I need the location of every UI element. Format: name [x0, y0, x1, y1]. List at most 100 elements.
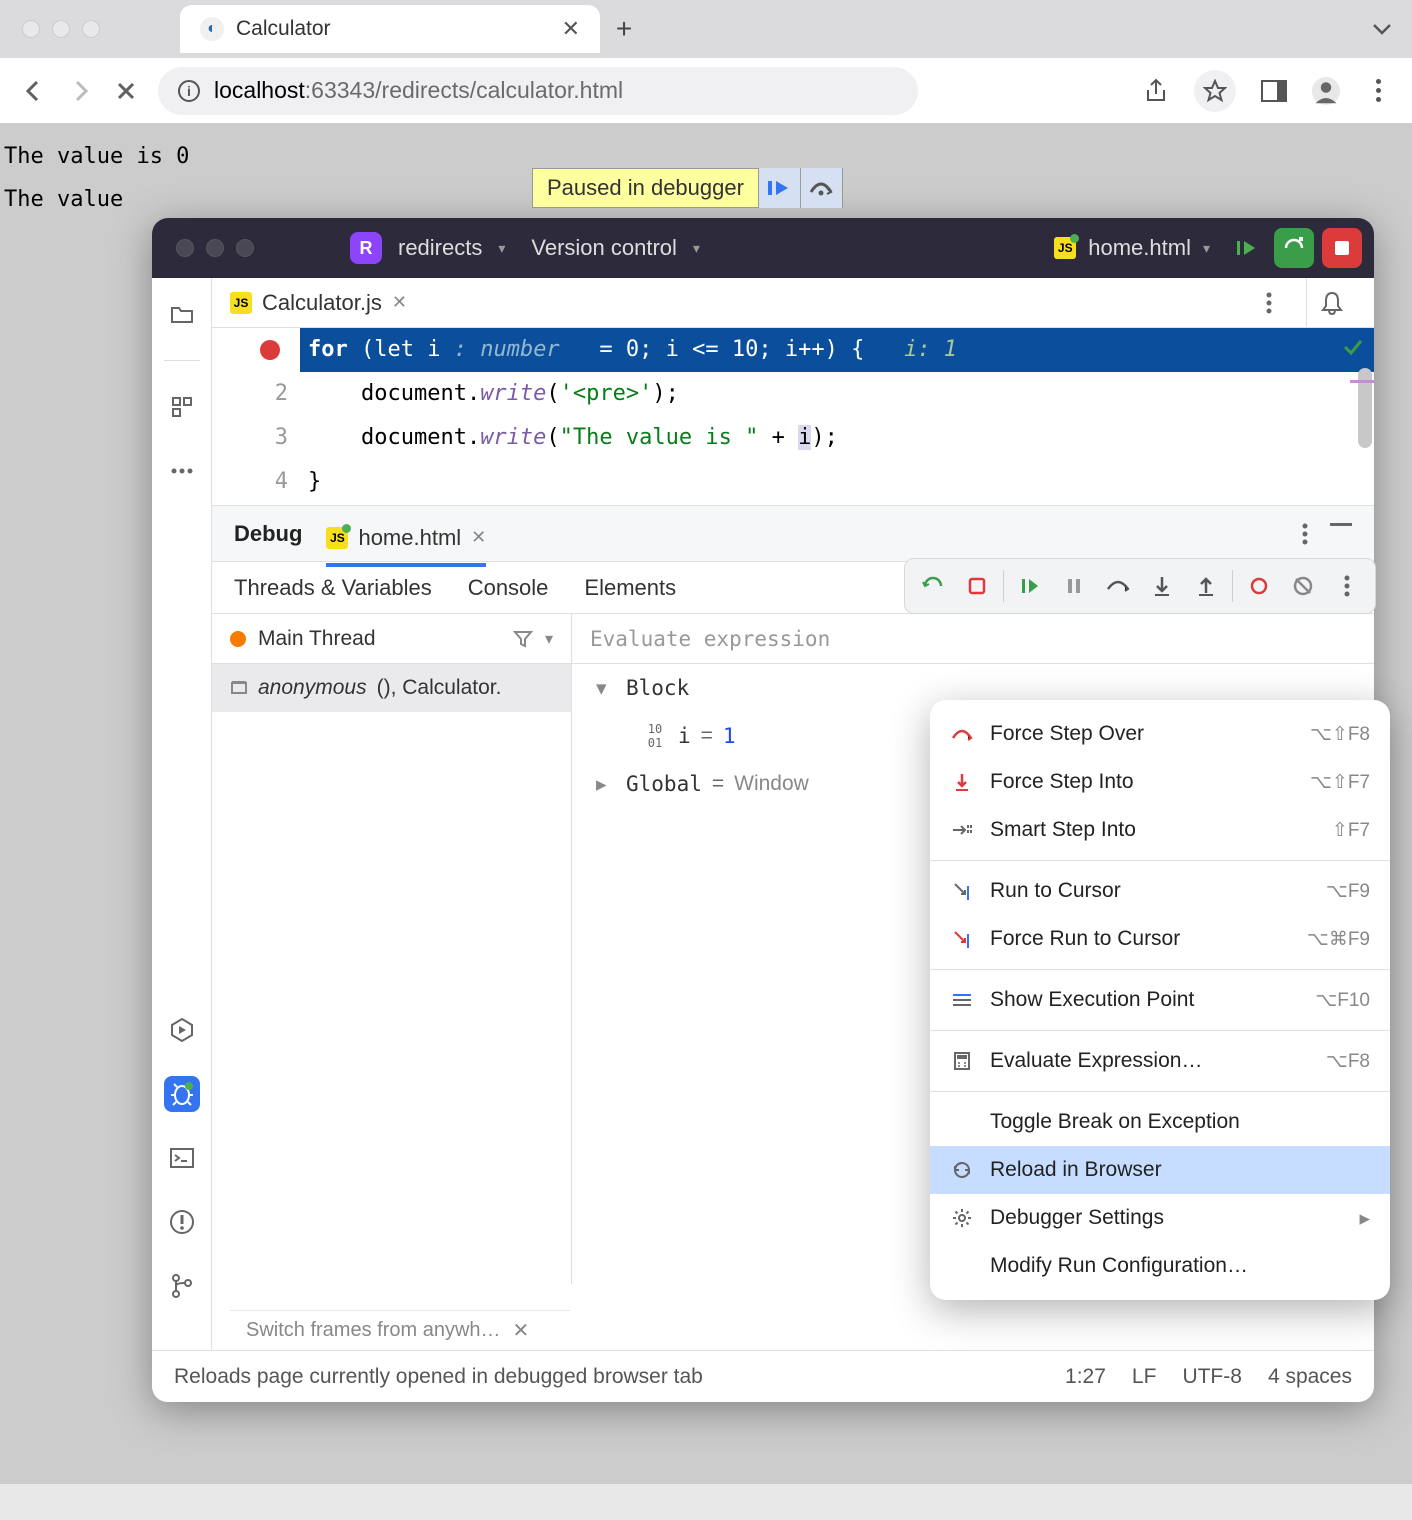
site-info-icon[interactable]: i: [178, 80, 200, 102]
tabs-dropdown-icon[interactable]: [1372, 23, 1392, 35]
elements-tab[interactable]: Elements: [584, 575, 676, 601]
close-window-icon[interactable]: [22, 20, 40, 38]
debug-header-actions: [1302, 523, 1352, 545]
step-over-button[interactable]: [800, 168, 842, 208]
ide-window-controls[interactable]: [164, 239, 254, 257]
cursor-position[interactable]: 1:27: [1065, 1365, 1106, 1389]
chevron-right-icon[interactable]: ▸: [596, 772, 616, 797]
project-tool-icon[interactable]: [164, 296, 200, 332]
terminal-tool-icon[interactable]: [164, 1140, 200, 1176]
resume-icon[interactable]: [1012, 568, 1048, 604]
minimize-window-icon[interactable]: [206, 239, 224, 257]
bookmark-icon[interactable]: [1194, 70, 1236, 112]
maximize-window-icon[interactable]: [236, 239, 254, 257]
browser-menu-icon[interactable]: [1364, 77, 1392, 105]
line-ending[interactable]: LF: [1132, 1365, 1157, 1389]
structure-tool-icon[interactable]: [164, 389, 200, 425]
menu-smart-step-into[interactable]: Smart Step Into ⇧F7: [930, 806, 1390, 854]
vcs-menu[interactable]: Version control: [531, 235, 677, 261]
debug-menu-icon[interactable]: [1302, 523, 1308, 545]
close-icon[interactable]: ✕: [471, 527, 486, 548]
new-tab-button[interactable]: +: [600, 13, 648, 45]
code-content[interactable]: for (let i : number = 0; i <= 10; i++) {…: [300, 328, 1374, 505]
more-tool-icon[interactable]: [164, 453, 200, 489]
debug-tool-icon[interactable]: [164, 1076, 200, 1112]
profile-avatar-icon[interactable]: [1312, 77, 1340, 105]
tab-close-icon[interactable]: ✕: [392, 292, 407, 313]
project-badge[interactable]: R: [350, 232, 382, 264]
chevron-down-icon[interactable]: ▾: [545, 629, 553, 649]
breakpoints-icon[interactable]: [1241, 568, 1277, 604]
notifications-icon[interactable]: [1306, 278, 1356, 328]
line-number[interactable]: 3: [212, 416, 288, 460]
resume-button[interactable]: [758, 168, 800, 208]
code-line[interactable]: for (let i : number = 0; i <= 10; i++) {…: [300, 328, 1374, 372]
chevron-down-icon[interactable]: ▾: [693, 240, 700, 257]
indent-setting[interactable]: 4 spaces: [1268, 1365, 1352, 1389]
share-icon[interactable]: [1142, 77, 1170, 105]
forward-button[interactable]: [66, 77, 94, 105]
editor-tabs-menu-icon[interactable]: [1266, 292, 1272, 314]
window-controls[interactable]: [10, 20, 100, 38]
vcs-tool-icon[interactable]: [164, 1268, 200, 1304]
maximize-window-icon[interactable]: [82, 20, 100, 38]
threads-variables-tab[interactable]: Threads & Variables: [234, 575, 432, 601]
menu-modify-run-config[interactable]: Modify Run Configuration…: [930, 1242, 1390, 1290]
close-icon[interactable]: ✕: [513, 1318, 530, 1343]
code-line[interactable]: }: [300, 460, 1374, 504]
code-line[interactable]: document.write("The value is " + i);: [300, 416, 1374, 460]
side-panel-icon[interactable]: [1260, 77, 1288, 105]
problems-tool-icon[interactable]: [164, 1204, 200, 1240]
stack-frame[interactable]: anonymous(), Calculator.: [212, 664, 571, 712]
line-number[interactable]: 4: [212, 460, 288, 504]
browser-tab[interactable]: ◐ Calculator ✕: [180, 5, 600, 53]
mute-breakpoints-icon[interactable]: [1285, 568, 1321, 604]
menu-reload-browser[interactable]: Reload in Browser: [930, 1146, 1390, 1194]
run-button[interactable]: [1226, 228, 1266, 268]
pause-icon[interactable]: [1056, 568, 1092, 604]
stop-icon[interactable]: [959, 568, 995, 604]
line-number[interactable]: 2: [212, 372, 288, 416]
minimize-window-icon[interactable]: [52, 20, 70, 38]
reload-stop-button[interactable]: [112, 77, 140, 105]
breakpoint-icon[interactable]: 1: [212, 328, 288, 372]
back-button[interactable]: [20, 77, 48, 105]
menu-debugger-settings[interactable]: Debugger Settings ▸: [930, 1194, 1390, 1242]
gutter[interactable]: 1 2 3 4: [212, 328, 300, 505]
rerun-icon[interactable]: [915, 568, 951, 604]
address-bar[interactable]: i localhost:63343/redirects/calculator.h…: [158, 67, 918, 115]
code-line[interactable]: document.write('<pre>');: [300, 372, 1374, 416]
menu-force-step-into[interactable]: Force Step Into ⌥⇧F7: [930, 758, 1390, 806]
tab-close-icon[interactable]: ✕: [562, 16, 580, 42]
filter-icon[interactable]: [513, 630, 533, 648]
step-over-icon[interactable]: [1100, 568, 1136, 604]
stop-button[interactable]: [1322, 228, 1362, 268]
chevron-down-icon[interactable]: ▾: [596, 676, 616, 701]
chevron-down-icon[interactable]: ▾: [498, 240, 505, 257]
file-encoding[interactable]: UTF-8: [1182, 1365, 1242, 1389]
thread-header[interactable]: Main Thread ▾: [212, 614, 571, 664]
services-tool-icon[interactable]: [164, 1012, 200, 1048]
close-window-icon[interactable]: [176, 239, 194, 257]
run-config-selector[interactable]: JS home.html ▾: [1054, 235, 1210, 261]
editor-tab[interactable]: JS Calculator.js ✕: [230, 290, 407, 316]
project-name[interactable]: redirects: [398, 235, 482, 261]
menu-evaluate-expression[interactable]: Evaluate Expression… ⌥F8: [930, 1037, 1390, 1085]
menu-force-run-to-cursor[interactable]: Force Run to Cursor ⌥⌘F9: [930, 915, 1390, 963]
step-into-icon[interactable]: [1144, 568, 1180, 604]
inspection-ok-icon[interactable]: [1342, 336, 1364, 358]
evaluate-expression-input[interactable]: Evaluate expression: [572, 614, 1374, 664]
toolbar-more-icon[interactable]: [1329, 568, 1365, 604]
debug-session-tab[interactable]: JS home.html ✕: [326, 517, 486, 567]
step-out-icon[interactable]: [1188, 568, 1224, 604]
menu-run-to-cursor[interactable]: Run to Cursor ⌥F9: [930, 867, 1390, 915]
console-tab[interactable]: Console: [468, 575, 549, 601]
minimize-panel-icon[interactable]: [1330, 523, 1352, 545]
code-editor[interactable]: 1 2 3 4 for (let i : number = 0; i <= 10…: [212, 328, 1374, 506]
menu-toggle-break-exception[interactable]: Toggle Break on Exception: [930, 1098, 1390, 1146]
menu-show-execution-point[interactable]: Show Execution Point ⌥F10: [930, 976, 1390, 1024]
debug-button[interactable]: [1274, 228, 1314, 268]
menu-force-step-over[interactable]: Force Step Over ⌥⇧F8: [930, 710, 1390, 758]
switch-frames-hint[interactable]: Switch frames from anywh… ✕: [230, 1310, 570, 1350]
error-stripe-marker-icon[interactable]: [1350, 380, 1374, 383]
